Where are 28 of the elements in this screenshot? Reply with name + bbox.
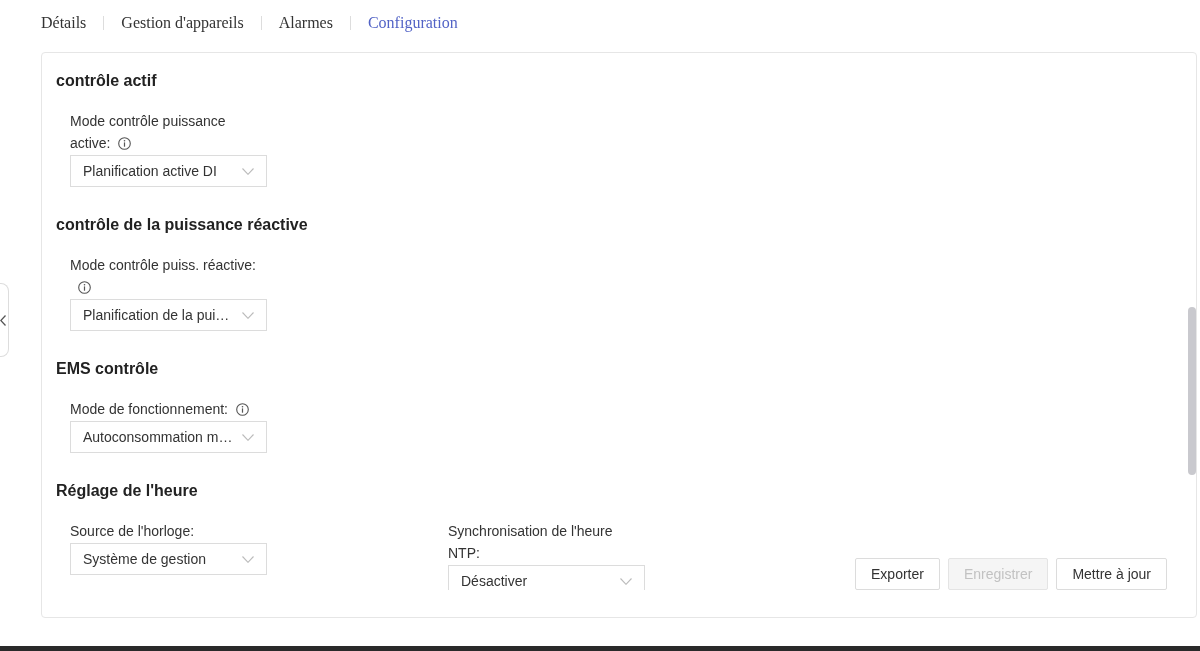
dropdown[interactable]: Autoconsommation m… <box>70 421 267 453</box>
tab[interactable]: Alarmes <box>278 11 333 35</box>
tab[interactable]: Configuration <box>367 11 458 35</box>
section-heading: Réglage de l'heure <box>56 481 198 501</box>
field-label: Synchronisation de l'heure NTP: <box>448 523 613 561</box>
section-heading: contrôle de la puissance réactive <box>56 215 308 235</box>
dropdown[interactable]: Système de gestion <box>70 543 267 575</box>
action-button[interactable]: Exporter <box>855 558 940 590</box>
tab[interactable]: Gestion d'appareils <box>121 11 244 35</box>
field-label: Mode de fonctionnement: <box>70 401 228 417</box>
tab[interactable]: Détails <box>41 11 87 35</box>
dropdown[interactable]: Désactiver <box>448 565 645 590</box>
chevron-down-icon <box>242 167 254 175</box>
action-button[interactable]: Mettre à jour <box>1056 558 1167 590</box>
chevron-down-icon <box>620 577 632 585</box>
scrollbar[interactable] <box>1188 307 1196 475</box>
chevron-down-icon <box>242 311 254 319</box>
chevron-down-icon <box>242 555 254 563</box>
chevron-down-icon <box>242 433 254 441</box>
dropdown[interactable]: Planification active DI <box>70 155 267 187</box>
section-heading: EMS contrôle <box>56 359 159 379</box>
section-heading: contrôle actif <box>56 71 157 91</box>
collapse-handle[interactable] <box>0 283 9 357</box>
field-label: Source de l'horloge: <box>70 523 195 539</box>
chevron-left-icon <box>0 314 6 326</box>
dropdown[interactable]: Planification de la pui… <box>70 299 267 331</box>
field-label: Mode contrôle puiss. réactive: <box>70 257 256 273</box>
field-label: Mode contrôle puissance active: <box>70 113 226 151</box>
